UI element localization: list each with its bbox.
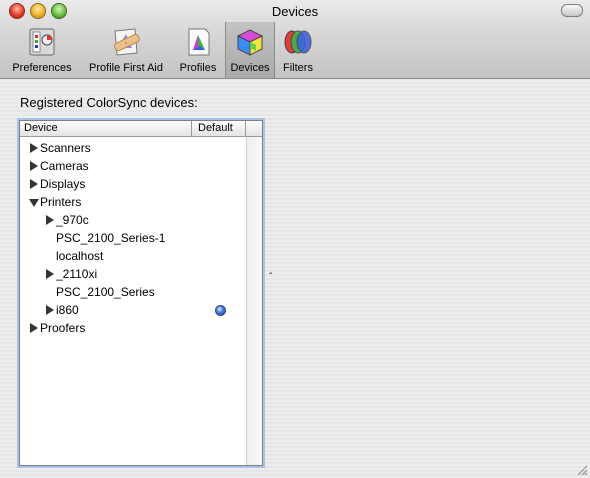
toolbar-label: Filters bbox=[283, 62, 313, 74]
disclosure-triangle-expanded-icon[interactable] bbox=[29, 199, 39, 207]
table-row[interactable]: _970c bbox=[20, 211, 246, 229]
table-row[interactable]: Proofers bbox=[20, 319, 246, 337]
disclosure-triangle-icon[interactable] bbox=[30, 161, 38, 171]
table-row[interactable]: PSC_2100_Series-1 bbox=[20, 229, 246, 247]
resize-grip-icon[interactable] bbox=[576, 464, 588, 476]
table-header: Device Default bbox=[20, 121, 262, 137]
table-row[interactable]: Displays bbox=[20, 175, 246, 193]
row-label: _2110xi bbox=[56, 267, 98, 281]
toolbar-label: Profiles bbox=[179, 62, 217, 74]
toolbar-label: Profile First Aid bbox=[89, 62, 163, 74]
table-row[interactable]: i860 bbox=[20, 301, 246, 319]
colorsync-window: Devices Preferences Profile First Aid Pr… bbox=[0, 0, 590, 478]
devices-outline-table[interactable]: Device Default Scanners Cameras Displays… bbox=[19, 120, 263, 466]
toolbar-label: Preferences bbox=[12, 62, 72, 74]
toolbar-item-profiles[interactable]: Profiles bbox=[174, 22, 222, 78]
table-row[interactable]: PSC_2100_Series bbox=[20, 283, 246, 301]
toolbar-item-preferences[interactable]: Preferences bbox=[6, 22, 78, 78]
row-label: Displays bbox=[40, 177, 86, 191]
section-heading: Registered ColorSync devices: bbox=[20, 95, 198, 110]
toolbar-label: Devices bbox=[230, 62, 270, 74]
row-label: _970c bbox=[56, 213, 89, 227]
toolbar-item-profile-first-aid[interactable]: Profile First Aid bbox=[82, 22, 170, 78]
devices-icon bbox=[236, 29, 264, 56]
table-row[interactable]: Printers bbox=[20, 193, 246, 211]
disclosure-triangle-icon[interactable] bbox=[46, 305, 54, 315]
disclosure-triangle-icon[interactable] bbox=[46, 269, 54, 279]
disclosure-triangle-icon[interactable] bbox=[46, 215, 54, 225]
vertical-scrollbar[interactable] bbox=[246, 137, 262, 465]
table-row[interactable]: _2110xi bbox=[20, 265, 246, 283]
table-row[interactable]: Scanners bbox=[20, 139, 246, 157]
table-row[interactable]: localhost bbox=[20, 247, 246, 265]
column-divider bbox=[191, 121, 192, 136]
column-header-device[interactable]: Device bbox=[24, 122, 58, 134]
profiles-icon bbox=[188, 28, 210, 56]
split-view-handle-icon[interactable]: ˆ bbox=[269, 272, 272, 283]
row-label: Cameras bbox=[40, 159, 89, 173]
disclosure-triangle-icon[interactable] bbox=[30, 143, 38, 153]
row-label: PSC_2100_Series-1 bbox=[56, 231, 166, 245]
window-title: Devices bbox=[271, 4, 319, 19]
row-label: PSC_2100_Series bbox=[56, 285, 155, 299]
column-header-default[interactable]: Default bbox=[198, 122, 233, 134]
preferences-icon bbox=[29, 28, 55, 56]
disclosure-triangle-icon[interactable] bbox=[30, 323, 38, 333]
column-divider bbox=[245, 121, 246, 136]
titlebar: Devices Preferences Profile First Aid Pr… bbox=[0, 0, 590, 79]
row-label: Printers bbox=[40, 195, 82, 209]
row-label: Proofers bbox=[40, 321, 86, 335]
row-label: Scanners bbox=[40, 141, 91, 155]
toolbar-toggle-button[interactable] bbox=[561, 4, 583, 17]
filters-icon bbox=[284, 30, 312, 54]
row-label: i860 bbox=[56, 303, 79, 317]
toolbar-item-devices[interactable]: Devices bbox=[225, 22, 275, 78]
row-label: localhost bbox=[56, 249, 104, 263]
table-row[interactable]: Cameras bbox=[20, 157, 246, 175]
default-device-indicator-icon[interactable] bbox=[215, 305, 226, 316]
profile-first-aid-icon bbox=[113, 28, 140, 56]
toolbar-item-filters[interactable]: Filters bbox=[276, 22, 320, 78]
disclosure-triangle-icon[interactable] bbox=[30, 179, 38, 189]
